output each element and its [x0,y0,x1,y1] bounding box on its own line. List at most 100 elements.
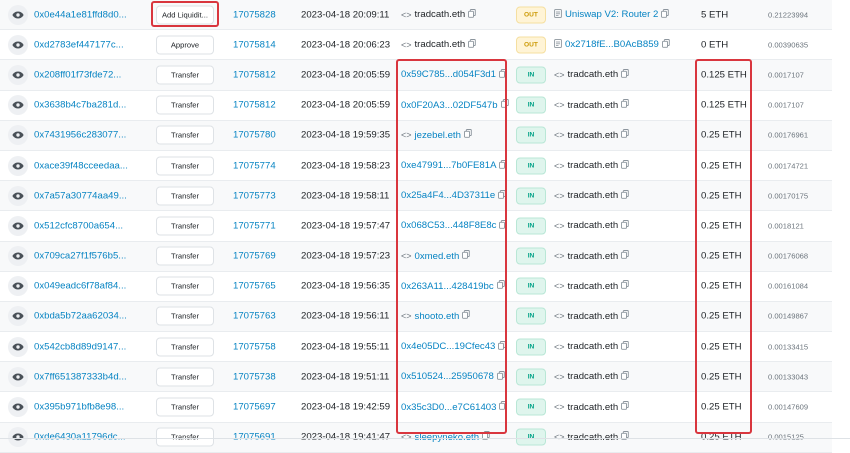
tx-hash-link[interactable]: 0x7ff651387333b4d... [34,371,127,382]
eye-icon[interactable] [8,34,28,55]
copy-icon[interactable] [462,310,471,322]
copy-icon[interactable] [661,8,670,21]
to-address-link[interactable]: 0x2718fE...B0AcB859 [565,39,659,50]
from-address-link[interactable]: 0x35c3D0...e7C61403 [401,402,496,413]
from-address-link[interactable]: 0x25a4F4...4D37311e [401,190,495,201]
tx-hash-link[interactable]: 0x709ca27f1f576b5... [34,251,126,262]
method-badge[interactable]: Add Liquidit... [156,5,214,25]
method-badge[interactable]: Transfer [156,95,214,115]
block-link[interactable]: 17075812 [233,69,276,80]
copy-icon[interactable] [621,159,629,172]
tx-hash-link[interactable]: 0x0e44a1e81ffd8d0... [34,9,127,20]
tx-hash-link[interactable]: 0x208ff01f73fde72... [34,69,121,80]
copy-icon[interactable] [499,159,508,172]
copy-icon[interactable] [499,69,507,81]
method-badge[interactable]: Transfer [156,306,214,326]
block-link[interactable]: 17075828 [233,9,276,20]
copy-icon[interactable] [621,370,629,383]
block-link[interactable]: 17075758 [233,341,276,352]
copy-icon[interactable] [621,280,629,292]
copy-icon[interactable] [621,189,629,202]
copy-icon[interactable] [463,129,472,141]
method-badge[interactable]: Transfer [156,246,214,266]
copy-icon[interactable] [621,340,629,353]
eye-icon[interactable] [8,366,28,387]
eye-icon[interactable] [8,306,28,327]
copy-icon[interactable] [468,8,476,21]
eye-icon[interactable] [8,185,28,206]
eye-icon[interactable] [8,246,28,267]
method-badge[interactable]: Transfer [156,397,214,417]
from-address-link[interactable]: 0x510524...25950678 [401,371,494,382]
block-link[interactable]: 17075769 [233,251,276,262]
from-address-link[interactable]: 0x4e05DC...19Cfec43 [401,341,495,352]
copy-icon[interactable] [498,189,506,202]
copy-icon[interactable] [661,38,670,51]
tx-hash-link[interactable]: 0x7431956c283077... [34,130,126,141]
from-address-link[interactable]: shooto.eth [415,311,460,322]
copy-icon[interactable] [468,38,476,51]
copy-icon[interactable] [499,401,508,413]
block-link[interactable]: 17075773 [233,190,276,201]
tx-hash-link[interactable]: 0xbda5b72aa62034... [34,311,127,322]
copy-icon[interactable] [621,250,629,262]
copy-icon[interactable] [496,370,505,383]
tx-hash-link[interactable]: 0x512cfc8700a654... [34,220,123,231]
from-address-link[interactable]: 0x068C53...448F8E8c [401,220,496,231]
copy-icon[interactable] [496,280,505,292]
eye-icon[interactable] [8,95,28,116]
from-address-link[interactable]: 0x0F20A3...02DF547b [401,100,498,111]
method-badge[interactable]: Approve [156,35,214,55]
block-link[interactable]: 17075774 [233,160,276,171]
method-badge[interactable]: Transfer [156,65,214,85]
block-link[interactable]: 17075697 [233,402,276,413]
ens-icon: <> [401,9,412,20]
copy-icon[interactable] [621,310,629,322]
copy-icon[interactable] [621,69,629,81]
block-link[interactable]: 17075738 [233,371,276,382]
method-badge[interactable]: Transfer [156,216,214,236]
method-badge[interactable]: Transfer [156,337,214,357]
block-link[interactable]: 17075780 [233,130,276,141]
block-link[interactable]: 17075812 [233,100,276,111]
from-address-link[interactable]: 0x59C785...d054F3d1 [401,69,496,80]
to-address-link[interactable]: Uniswap V2: Router 2 [565,9,658,20]
eye-icon[interactable] [8,276,28,297]
copy-icon[interactable] [498,340,507,353]
copy-icon[interactable] [621,219,629,232]
block-link[interactable]: 17075765 [233,281,276,292]
block-link[interactable]: 17075771 [233,220,276,231]
tx-hash-link[interactable]: 0xace39f48cceedaa... [34,160,128,171]
eye-icon[interactable] [8,64,28,85]
copy-icon[interactable] [500,99,509,111]
method-badge[interactable]: Transfer [156,156,214,176]
from-address-link[interactable]: jezebel.eth [415,130,461,141]
method-badge[interactable]: Transfer [156,186,214,206]
from-address-link[interactable]: 0x263A11...428419bc [401,281,494,292]
tx-hash-link[interactable]: 0x395b971bfb8e98... [34,402,124,413]
method-badge[interactable]: Transfer [156,125,214,145]
eye-icon[interactable] [8,215,28,236]
eye-icon[interactable] [8,155,28,176]
copy-icon[interactable] [499,219,508,232]
copy-icon[interactable] [621,401,629,413]
age-cell: 2023-04-18 20:05:59 [301,69,391,81]
block-link[interactable]: 17075763 [233,311,276,322]
eye-icon[interactable] [8,125,28,146]
tx-hash-link[interactable]: 0x049eadc6f78af84... [34,281,126,292]
eye-icon[interactable] [8,336,28,357]
copy-icon[interactable] [462,250,471,262]
tx-hash-link[interactable]: 0x7a57a30774aa49... [34,190,127,201]
tx-hash-link[interactable]: 0xd2783ef447177c... [34,39,124,50]
method-badge[interactable]: Transfer [156,276,214,296]
eye-icon[interactable] [8,4,28,25]
copy-icon[interactable] [621,99,629,111]
copy-icon[interactable] [621,129,629,141]
from-address-link[interactable]: 0xe47991...7b0FE81A [401,160,496,171]
method-badge[interactable]: Transfer [156,367,214,387]
from-address-link[interactable]: 0xmed.eth [415,251,460,262]
tx-hash-link[interactable]: 0x3638b4c7ba281d... [34,100,126,111]
eye-icon[interactable] [8,397,28,418]
tx-hash-link[interactable]: 0x542cb8d89d9147... [34,341,126,352]
block-link[interactable]: 17075814 [233,39,276,50]
